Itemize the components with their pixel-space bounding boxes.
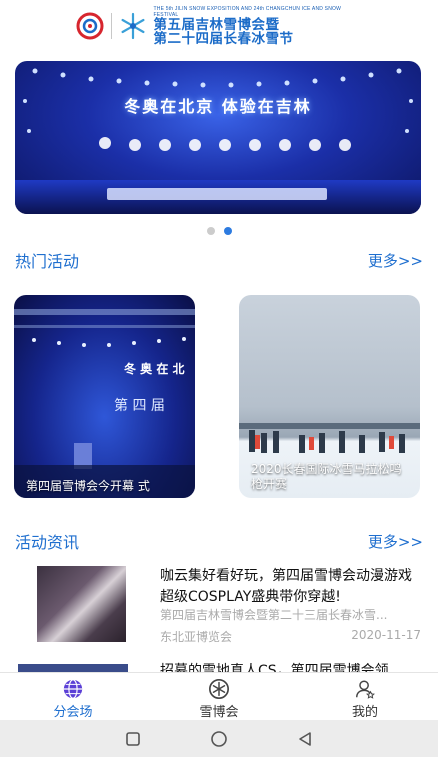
snowflake-logo-icon <box>120 12 144 40</box>
tab-label: 我的 <box>351 705 378 720</box>
tab-venues[interactable]: 分会场 <box>0 673 146 720</box>
triangle-back-icon <box>299 731 311 746</box>
tab-label: 分会场 <box>53 705 93 720</box>
news-item-title: 咖云集好看好玩，第四届雪博会动漫游戏超级COSPLAY盛典带你穿越! <box>160 568 412 605</box>
user-icon <box>356 680 375 699</box>
globe-icon <box>63 679 83 699</box>
activity-card-caption: 第四届雪博会今开幕 式 <box>26 479 150 493</box>
news-list-item[interactable]: 咖云集好看好玩，第四届雪博会动漫游戏超级COSPLAY盛典带你穿越! 第四届吉林… <box>0 562 438 652</box>
system-navigation-bar <box>0 720 438 757</box>
carousel-dot-2[interactable] <box>223 227 232 235</box>
news-title: 活动资讯 <box>15 533 80 552</box>
carousel-dot-1[interactable] <box>206 227 215 235</box>
home-button[interactable] <box>209 729 229 749</box>
hot-activities-header: 热门活动 更多>> <box>15 248 423 272</box>
tab-label: 雪博会 <box>199 705 239 720</box>
tab-mine[interactable]: 我的 <box>292 673 438 720</box>
news-item-date: 2020-11-17 <box>351 628 421 642</box>
bottom-tab-bar: 分会场 雪博会 我的 <box>0 672 438 720</box>
news-header: 活动资讯 更多>> <box>15 529 423 553</box>
header-title-line2: 第二十四届长春冰雪节 <box>153 31 294 47</box>
forum-table <box>107 188 327 200</box>
svg-text:冬 奥 在 北: 冬 奥 在 北 <box>124 361 185 376</box>
news-item-source: 东北亚博览会 <box>160 630 233 644</box>
activity-card-opening[interactable]: 冬 奥 在 北 第 四 届 第四届雪博会今开幕 式 <box>14 295 195 498</box>
carousel-indicator <box>0 227 438 235</box>
svg-text:第 四 届: 第 四 届 <box>114 397 165 414</box>
hot-activities-more-link[interactable]: 更多>> <box>368 250 423 271</box>
back-button[interactable] <box>295 729 315 749</box>
festival-emblem-icon <box>76 12 103 40</box>
tab-expo[interactable]: 雪博会 <box>146 673 292 720</box>
activity-card-marathon[interactable]: 2020长春国际冰雪马拉松鸣枪开赛 <box>239 295 420 498</box>
logo-divider <box>110 13 112 39</box>
news-item-subtitle: 第四届吉林雪博会暨第二十三届长春冰雪... <box>160 608 388 622</box>
app-header: THE 5th JILIN SNOW EXPOSITION AND 24th C… <box>0 0 438 52</box>
ceremony-stage-image: 冬 奥 在 北 第 四 届 <box>14 309 195 498</box>
news-thumbnail <box>37 566 126 642</box>
festival-logo: THE 5th JILIN SNOW EXPOSITION AND 24th C… <box>75 6 364 46</box>
square-icon <box>126 731 140 746</box>
circle-icon <box>211 730 227 747</box>
news-more-link[interactable]: 更多>> <box>368 531 423 552</box>
activity-card-caption: 2020长春国际冰雪马拉松鸣枪开赛 <box>251 462 402 491</box>
banner-title: 冬奥在北京 体验在吉林 <box>124 97 312 116</box>
snowflake-icon <box>209 679 229 699</box>
banner-carousel[interactable]: 冬奥在北京 体验在吉林 <box>15 61 421 214</box>
recent-apps-button[interactable] <box>123 729 143 749</box>
header-title-line1: 第五届吉林雪博会暨 <box>153 16 280 33</box>
hot-activities-title: 热门活动 <box>15 252 80 271</box>
